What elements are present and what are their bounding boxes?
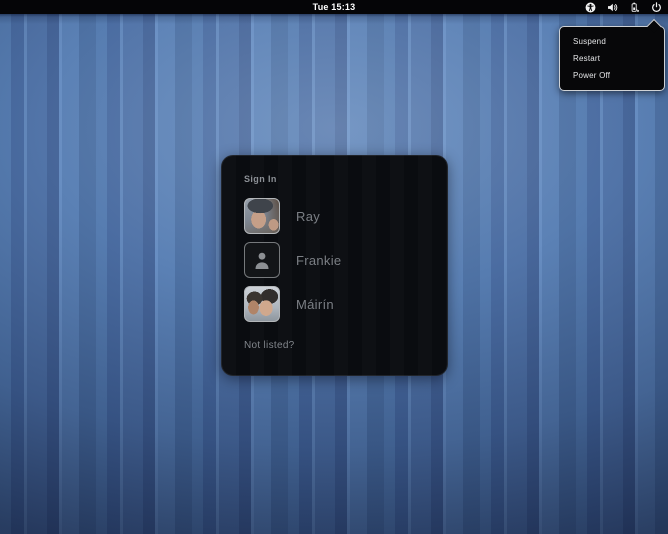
accessibility-icon[interactable]: [585, 2, 596, 13]
user-name-label: Frankie: [296, 252, 342, 268]
user-name-label: Ray: [296, 208, 321, 224]
user-avatar-ray: [244, 198, 280, 234]
user-avatar-mairin: [244, 286, 280, 322]
status-icon-area: [585, 0, 662, 14]
user-row-mairin[interactable]: Máirín: [244, 286, 425, 322]
battery-icon[interactable]: [629, 2, 640, 13]
menu-item-suspend[interactable]: Suspend: [560, 33, 664, 50]
not-listed-link[interactable]: Not listed?: [244, 340, 425, 351]
user-row-ray[interactable]: Ray: [244, 198, 425, 234]
menu-item-power-off[interactable]: Power Off: [560, 67, 664, 84]
menu-item-restart[interactable]: Restart: [560, 50, 664, 67]
user-name-label: Máirín: [296, 296, 334, 312]
user-avatar-generic-person: [244, 242, 280, 278]
sign-in-title: Sign In: [244, 174, 277, 184]
power-menu-popup: Suspend Restart Power Off: [559, 18, 665, 91]
volume-icon[interactable]: [607, 2, 618, 13]
person-silhouette-icon: [255, 252, 269, 269]
user-row-frankie[interactable]: Frankie: [244, 242, 425, 278]
top-bar: Tue 15:13: [0, 0, 668, 14]
clock-button[interactable]: Tue 15:13: [0, 0, 668, 14]
power-icon[interactable]: [651, 1, 662, 13]
sign-in-dialog: Sign In Ray Frankie Máirín Not listed?: [221, 155, 448, 376]
